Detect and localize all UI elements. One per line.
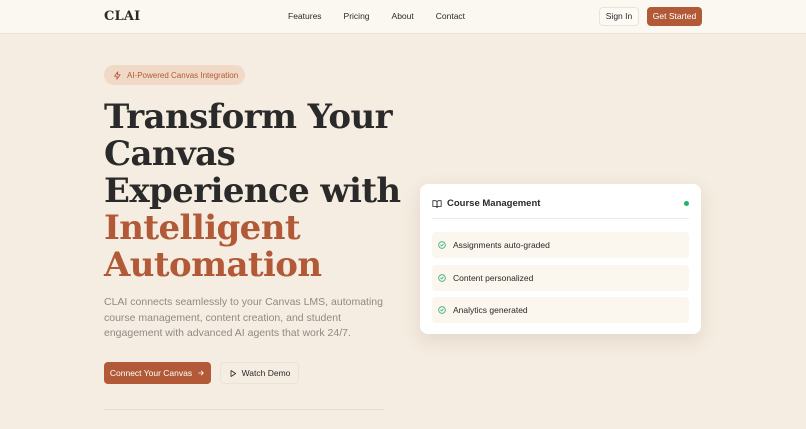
nav-link-about[interactable]: About [392,11,414,21]
card-divider [432,218,689,219]
hero-badge: AI-Powered Canvas Integration [104,65,245,85]
list-item: Assignments auto-graded [432,232,689,258]
headline-line: Canvas [104,134,236,174]
nav-link-pricing[interactable]: Pricing [344,11,370,21]
nav-link-features[interactable]: Features [288,11,322,21]
list-item-label: Assignments auto-graded [453,240,550,250]
arrow-right-icon [198,370,204,376]
card-header: Course Management [432,198,540,209]
lightning-icon [114,70,121,80]
check-circle-icon [438,241,446,249]
logo[interactable]: CLAI [104,9,140,24]
badge-label: AI-Powered Canvas Integration [127,70,239,80]
card-title: Course Management [447,198,541,209]
list-item-label: Content personalized [453,273,534,283]
book-open-icon [432,199,442,208]
nav-links: Features Pricing About Contact [288,11,487,21]
hero-headline: Transform Your Canvas Experience with In… [104,99,401,284]
list-item-label: Analytics generated [453,305,528,315]
headline-accent: Intelligent [104,208,301,248]
play-icon [230,369,236,377]
headline-line: Experience with [104,171,401,211]
course-management-card: Course Management Assignments auto-grade… [420,184,701,334]
hero-description: CLAI connects seamlessly to your Canvas … [104,296,383,339]
check-circle-icon [438,274,446,282]
list-item: Content personalized [432,265,689,291]
sign-in-button[interactable]: Sign In [599,7,639,26]
section-divider [104,409,384,410]
check-circle-icon [438,306,446,314]
watch-demo-label: Watch Demo [241,368,291,378]
headline-line: Transform Your [104,97,392,137]
watch-demo-button[interactable]: Watch Demo [220,362,299,384]
headline-accent: Automation [104,245,322,285]
list-item: Analytics generated [432,297,689,323]
connect-canvas-button[interactable]: Connect Your Canvas [104,362,211,384]
connect-canvas-label: Connect Your Canvas [109,368,193,378]
get-started-button[interactable]: Get Started [647,7,702,26]
nav-link-contact[interactable]: Contact [436,11,465,21]
status-dot [684,201,689,206]
top-nav: CLAI Features Pricing About Contact Sign… [0,0,806,34]
